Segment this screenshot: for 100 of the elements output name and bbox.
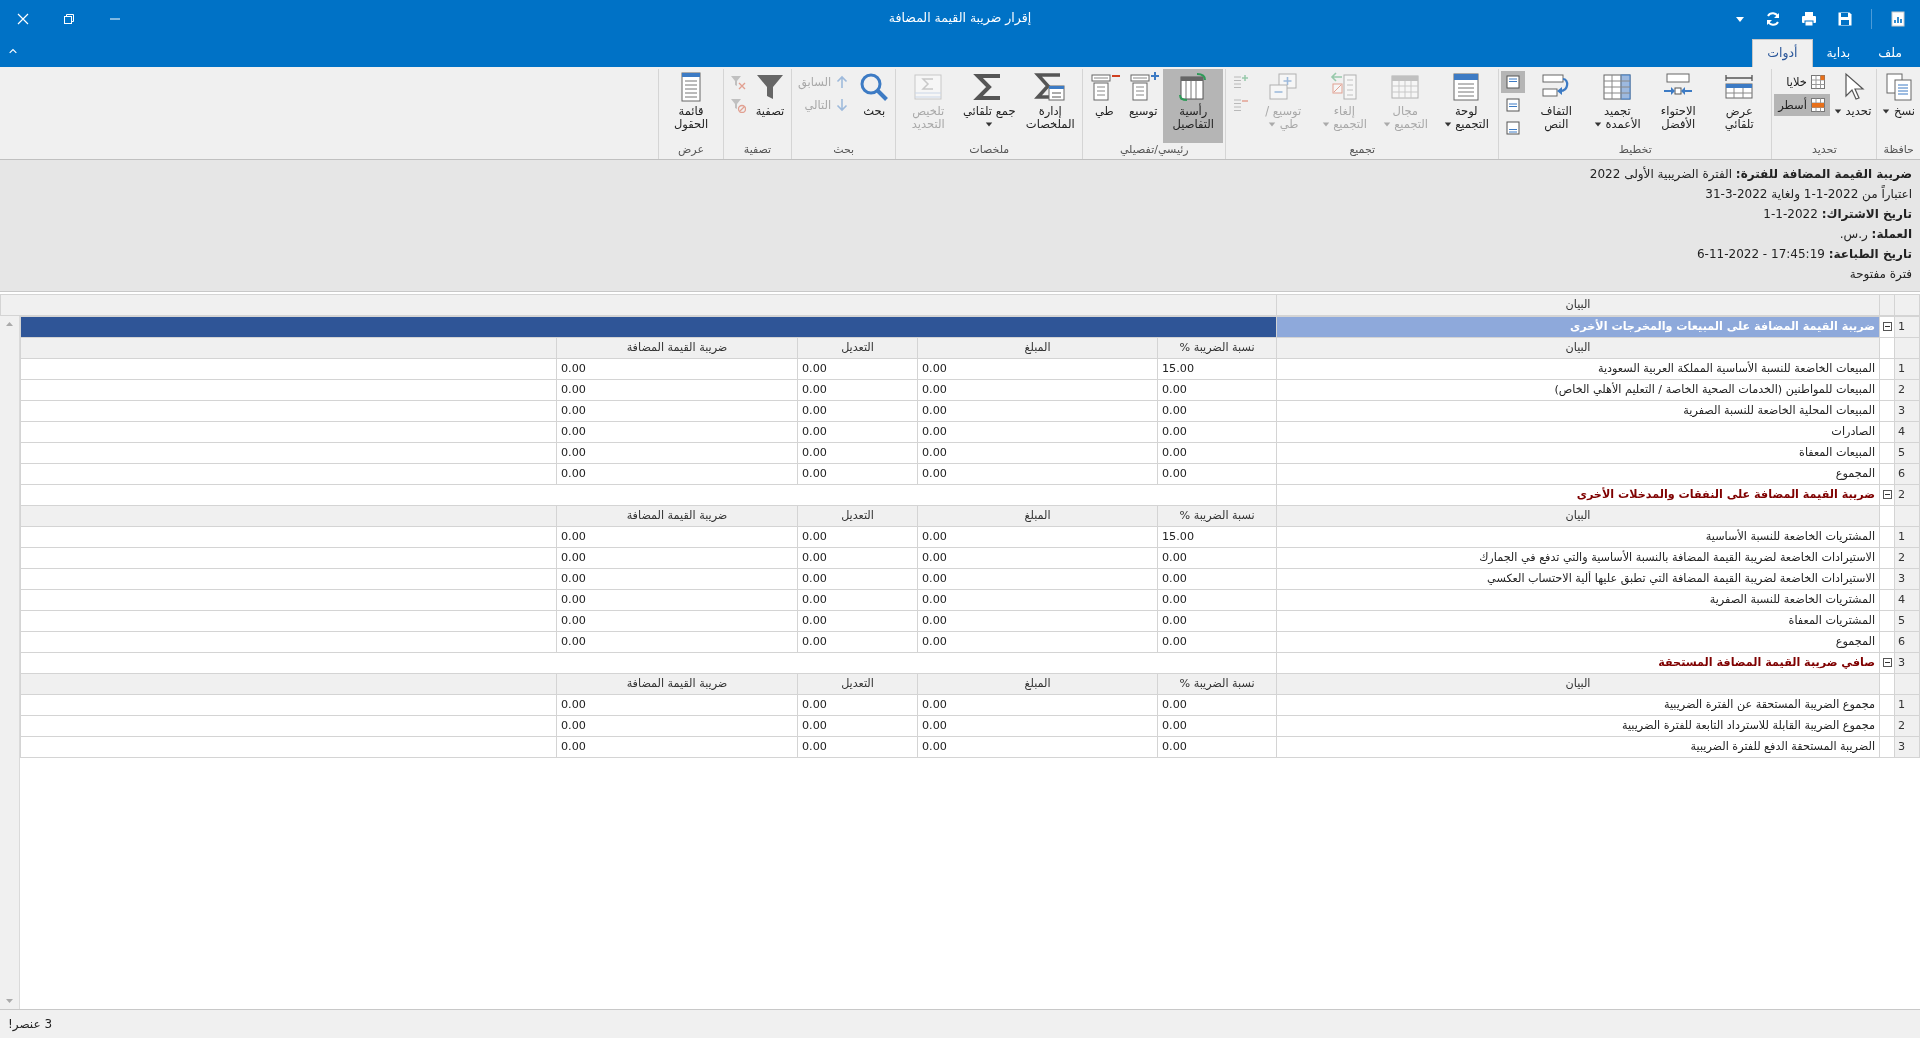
ribbon-tab[interactable]: أدوات	[1752, 39, 1813, 67]
row-header[interactable]: 2	[1894, 484, 1920, 506]
column-header[interactable]: نسبة الضريبة %	[1157, 337, 1277, 359]
table-cell: الاستيرادات الخاضعة لضريبة القيمة المضافة التي تطبق عليها ألية الاحتساب العكسي	[1276, 568, 1880, 590]
row-header[interactable]: 5	[1894, 442, 1920, 464]
ribbon-button[interactable]: تحديد	[1830, 69, 1875, 143]
group-label: بحث	[832, 143, 856, 158]
column-header[interactable]: المبلغ	[917, 505, 1158, 527]
table-cell: 0.00	[797, 442, 918, 464]
table-cell: الصادرات	[1276, 421, 1880, 443]
ribbon-button[interactable]: بحث	[855, 69, 894, 143]
scroll-up-icon	[5, 320, 14, 329]
ribbon-button[interactable]: قائمة الحقول	[661, 69, 721, 143]
row-header[interactable]: 6	[1894, 631, 1920, 653]
collapse-box-icon[interactable]	[1882, 658, 1892, 668]
table-cell: 0.00	[1157, 400, 1277, 422]
ribbon-button[interactable]: لوحة التجميع	[1436, 69, 1497, 143]
table-cell: 0.00	[797, 694, 918, 716]
table-cell: 0.00	[1157, 568, 1277, 590]
table-cell: 0.00	[917, 631, 1158, 653]
row-header[interactable]: 3	[1894, 568, 1920, 590]
ribbon-button[interactable]: الاحتواء الأفضل	[1648, 69, 1709, 143]
column-header[interactable]: ضريبة القيمة المضافة	[556, 505, 798, 527]
ribbon-button[interactable]: خلايا	[1774, 71, 1830, 93]
row-header[interactable]: 1	[1894, 316, 1920, 338]
collapse-box-icon[interactable]	[1882, 322, 1892, 332]
ribbon-button[interactable]: إدارة الملخصات	[1020, 69, 1081, 143]
column-header[interactable]: التعديل	[797, 673, 918, 695]
table-cell: 0.00	[1157, 589, 1277, 611]
ribbon-tab[interactable]: ملف	[1864, 40, 1916, 67]
column-header[interactable]: البيان	[1276, 505, 1880, 527]
filter-clear-icon	[730, 74, 746, 90]
ribbon-tab[interactable]: بداية	[1812, 40, 1865, 67]
ribbon-button[interactable]: توسيع	[1124, 69, 1163, 143]
ribbon-button[interactable]: التفاف النص	[1526, 69, 1587, 143]
row-header[interactable]: 1	[1894, 358, 1920, 380]
column-header[interactable]: نسبة الضريبة %	[1157, 673, 1277, 695]
column-header[interactable]: البيان	[1276, 294, 1880, 316]
close-icon	[17, 12, 29, 25]
row-header[interactable]: 2	[1894, 379, 1920, 401]
row-header[interactable]: 2	[1894, 547, 1920, 569]
table-cell: 0.00	[917, 610, 1158, 632]
table-cell: 0.00	[917, 547, 1158, 569]
group-row-title[interactable]: صافي ضريبة القيمة المضافة المستحقة	[1276, 652, 1880, 674]
column-header[interactable]: ضريبة القيمة المضافة	[556, 337, 798, 359]
table-cell: 0.00	[797, 421, 918, 443]
caret-icon	[985, 120, 994, 129]
sigma-table-icon	[912, 71, 945, 103]
row-header[interactable]: 4	[1894, 589, 1920, 611]
table-cell: المبيعات المحلية الخاضعة للنسبة الصفرية	[1276, 400, 1880, 422]
ribbon-button[interactable]: أسطر	[1774, 94, 1830, 116]
filter-off-icon	[730, 97, 746, 113]
table-cell: المشتريات الخاضعة للنسبة الصفرية	[1276, 589, 1880, 611]
row-header[interactable]: 3	[1894, 736, 1920, 758]
column-header[interactable]: البيان	[1276, 673, 1880, 695]
scrollbar[interactable]	[0, 316, 20, 1009]
row-header[interactable]: 6	[1894, 463, 1920, 485]
table-cell: 0.00	[556, 736, 798, 758]
ribbon-button[interactable]: عرض تلقائي	[1709, 69, 1770, 143]
column-header[interactable]: التعديل	[797, 505, 918, 527]
column-header[interactable]: البيان	[1276, 337, 1880, 359]
table-cell: 0.00	[556, 421, 798, 443]
column-header[interactable]: المبلغ	[917, 673, 1158, 695]
group-row-title[interactable]: ضريبة القيمة المضافة على النفقات والمدخلات الأخرى	[1276, 484, 1880, 506]
ribbon-button[interactable]: جمع تلقائي	[959, 69, 1020, 143]
table-cell: 0.00	[1157, 736, 1277, 758]
column-header[interactable]: المبلغ	[917, 337, 1158, 359]
row-header[interactable]: 1	[1894, 694, 1920, 716]
table-cell: 0.00	[556, 694, 798, 716]
column-header[interactable]: ضريبة القيمة المضافة	[556, 673, 798, 695]
row-header[interactable]: 5	[1894, 610, 1920, 632]
ribbon-button[interactable]: تصفية	[751, 69, 789, 143]
row-header[interactable]: 4	[1894, 421, 1920, 443]
column-header[interactable]: نسبة الضريبة %	[1157, 505, 1277, 527]
row-header[interactable]: 3	[1894, 652, 1920, 674]
row-header[interactable]: 3	[1894, 400, 1920, 422]
list-plus-icon	[1232, 74, 1249, 90]
table-cell: مجموع الضريبة القابلة للاسترداد التابعة للفترة الضريبية	[1276, 715, 1880, 737]
table-cell: 0.00	[1157, 379, 1277, 401]
collapse-box-icon[interactable]	[1882, 490, 1892, 500]
table-cell: 0.00	[797, 715, 918, 737]
table-cell: 0.00	[917, 526, 1158, 548]
table-cell: 0.00	[556, 589, 798, 611]
caret-icon	[1593, 120, 1602, 129]
table-cell: 0.00	[556, 610, 798, 632]
ribbon-button[interactable]: تجميد الأعمدة	[1587, 69, 1648, 143]
info-line: اعتباراً من 2022-1-1 ولغاية 2022-3-31	[1704, 184, 1912, 204]
table-cell: 0.00	[1157, 610, 1277, 632]
row-header[interactable]: 1	[1894, 526, 1920, 548]
table-cell: 0.00	[1157, 715, 1277, 737]
column-header[interactable]: التعديل	[797, 337, 918, 359]
icon-button[interactable]	[1501, 71, 1526, 93]
ribbon-button[interactable]: نسخ	[1879, 69, 1918, 143]
collapse-icon	[1088, 71, 1121, 103]
ribbon-button[interactable]: طي	[1085, 69, 1124, 143]
table-cell: 0.00	[556, 463, 798, 485]
ribbon-button[interactable]: رأسية التفاصيل	[1163, 69, 1224, 143]
rows-icon	[1809, 97, 1826, 113]
table-cell: 0.00	[1157, 463, 1277, 485]
row-header[interactable]: 2	[1894, 715, 1920, 737]
